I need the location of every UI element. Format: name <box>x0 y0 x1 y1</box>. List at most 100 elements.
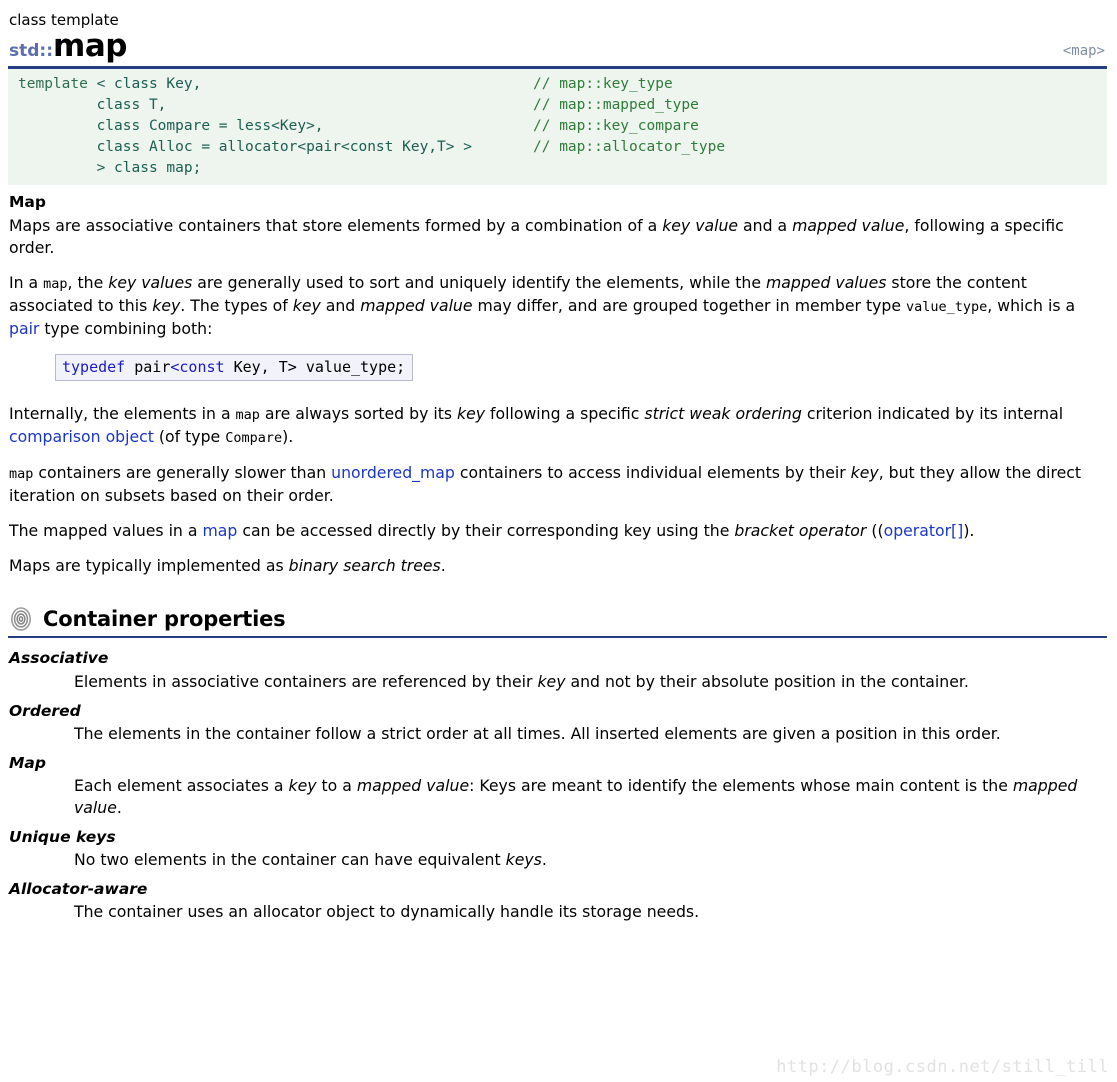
container-properties-divider <box>8 636 1107 639</box>
emphasis-mapped-value: mapped value <box>356 775 470 795</box>
spiral-icon <box>11 607 31 632</box>
header-include-name: <map> <box>1062 43 1105 59</box>
emphasis-key: key <box>457 404 486 424</box>
text-fragment: can be accessed directly by their corres… <box>237 521 735 541</box>
text-fragment: No two elements in the container can hav… <box>74 849 506 869</box>
property-description: The container uses an allocator object t… <box>74 901 1107 923</box>
typedef-keyword: typedef <box>62 358 126 377</box>
container-properties-header: Container properties <box>10 606 1107 632</box>
link-operator-brackets[interactable]: operator[] <box>884 521 964 540</box>
text-fragment: . <box>440 556 446 576</box>
synopsis-line: > class map; <box>18 158 1107 179</box>
text-fragment: In a <box>9 273 44 293</box>
title-namespace: std:: <box>9 41 54 61</box>
paragraph-intro: Maps are associative containers that sto… <box>9 215 1107 259</box>
text-fragment: , which is a <box>987 296 1076 316</box>
text-fragment: . <box>116 797 122 817</box>
text-fragment: containers are generally slower than <box>33 463 332 483</box>
text-fragment: . The types of <box>180 296 293 316</box>
property-term: Unique keys <box>9 827 116 846</box>
text-fragment: may differ, and are grouped together in … <box>472 296 907 316</box>
synopsis-code: class T, <box>18 97 167 113</box>
link-comparison-object[interactable]: comparison object <box>9 427 154 446</box>
text-fragment: are always sorted by its <box>259 404 458 424</box>
text-fragment: and not by their absolute position in th… <box>565 671 969 691</box>
title-row: std::map <map> <box>8 31 1107 63</box>
emphasis-key: key <box>292 296 321 316</box>
emphasis-key: key <box>537 671 566 691</box>
text-fragment: type combining both: <box>39 319 213 339</box>
property-description: The elements in the container follow a s… <box>74 723 1107 745</box>
page-kicker: class template <box>9 11 119 29</box>
text-fragment: Internally, the elements in a <box>9 404 236 424</box>
paragraph-performance: map containers are generally slower than… <box>9 462 1107 507</box>
synopsis-code: class Alloc = allocator<pair<const Key,T… <box>18 139 472 155</box>
title-name: map <box>53 28 127 64</box>
emphasis-key-values: key values <box>108 273 193 293</box>
inline-code-compare: Compare <box>225 430 283 447</box>
text-fragment: ). <box>282 427 294 447</box>
typedef-code-box: typedef pair<const Key, T> value_type; <box>55 354 414 382</box>
text-fragment: are generally used to sort and uniquely … <box>192 273 766 293</box>
link-pair[interactable]: pair <box>9 319 39 338</box>
text-fragment: Maps are typically implemented as <box>9 556 289 576</box>
inline-code-map: map <box>9 466 34 483</box>
link-unordered-map[interactable]: unordered_map <box>331 463 455 482</box>
synopsis-comment: // map::key_compare <box>533 118 699 134</box>
container-properties-list: Associative Elements in associative cont… <box>8 648 1107 923</box>
inline-code-map: map <box>235 407 260 424</box>
page-title: std::map <box>9 31 127 62</box>
text-fragment: The elements in the container follow a s… <box>74 723 1001 743</box>
property-term: Associative <box>9 649 109 668</box>
emphasis-key-value: key value <box>662 216 739 236</box>
emphasis-bracket-operator: bracket operator <box>734 521 867 541</box>
typedef-block: typedef pair<const Key, T> value_type; <box>55 354 1107 382</box>
text-fragment: Each element associates a <box>74 775 289 795</box>
inline-code-value-type: value_type <box>906 299 988 316</box>
text-fragment: . <box>541 849 547 869</box>
text-fragment: Maps are associative containers that sto… <box>9 216 663 236</box>
synopsis-code: > class map; <box>18 160 202 176</box>
property-description: No two elements in the container can hav… <box>74 849 1107 871</box>
text-fragment: to a <box>316 775 357 795</box>
synopsis-code-block: template < class Key, // map::key_type cl… <box>8 69 1107 185</box>
text-fragment: and <box>320 296 361 316</box>
synopsis-keyword: template <box>18 76 88 92</box>
inline-code-map: map <box>43 276 68 293</box>
paragraph-implementation: Maps are typically implemented as binary… <box>9 555 1107 577</box>
emphasis-strict-weak-ordering: strict weak ordering <box>644 404 802 424</box>
synopsis-line: class Alloc = allocator<pair<const Key,T… <box>18 137 1107 158</box>
typedef-const-keyword: <const <box>170 358 225 377</box>
section-heading-map: Map <box>9 193 46 211</box>
synopsis-code: < class Key, <box>87 76 202 92</box>
emphasis-binary-search-trees: binary search trees <box>288 556 441 576</box>
emphasis-mapped-values: mapped values <box>766 273 887 293</box>
text-fragment: , the <box>67 273 109 293</box>
synopsis-line: class T, // map::mapped_type <box>18 95 1107 116</box>
emphasis-mapped-value: mapped value <box>792 216 905 236</box>
synopsis-comment: // map::mapped_type <box>533 97 699 113</box>
text-fragment: (( <box>866 521 884 541</box>
text-fragment: Elements in associative containers are r… <box>74 671 538 691</box>
text-fragment: criterion indicated by its internal <box>801 404 1064 424</box>
text-fragment: The container uses an allocator object t… <box>74 902 700 922</box>
property-description: Elements in associative containers are r… <box>74 671 1107 693</box>
container-properties-title: Container properties <box>43 606 286 631</box>
paragraph-bracket-operator: The mapped values in a map can be access… <box>9 520 1107 542</box>
watermark: http://blog.csdn.net/still_till <box>776 1057 1109 1077</box>
property-description: Each element associates a key to a mappe… <box>74 775 1107 819</box>
emphasis-key: key <box>152 296 181 316</box>
paragraph-internal-ordering: Internally, the elements in a map are al… <box>9 403 1107 449</box>
emphasis-key: key <box>288 775 317 795</box>
property-term: Ordered <box>9 701 81 720</box>
typedef-text: pair <box>125 358 171 377</box>
property-term: Allocator-aware <box>9 879 148 898</box>
synopsis-code: class Compare = less<Key>, <box>18 118 324 134</box>
emphasis-mapped-value: mapped value <box>360 296 473 316</box>
property-term: Map <box>9 753 46 772</box>
text-fragment: following a specific <box>485 404 645 424</box>
text-fragment: ). <box>963 521 975 541</box>
synopsis-comment: // map::key_type <box>533 76 673 92</box>
link-map[interactable]: map <box>202 521 237 540</box>
text-fragment: (of type <box>153 427 226 447</box>
